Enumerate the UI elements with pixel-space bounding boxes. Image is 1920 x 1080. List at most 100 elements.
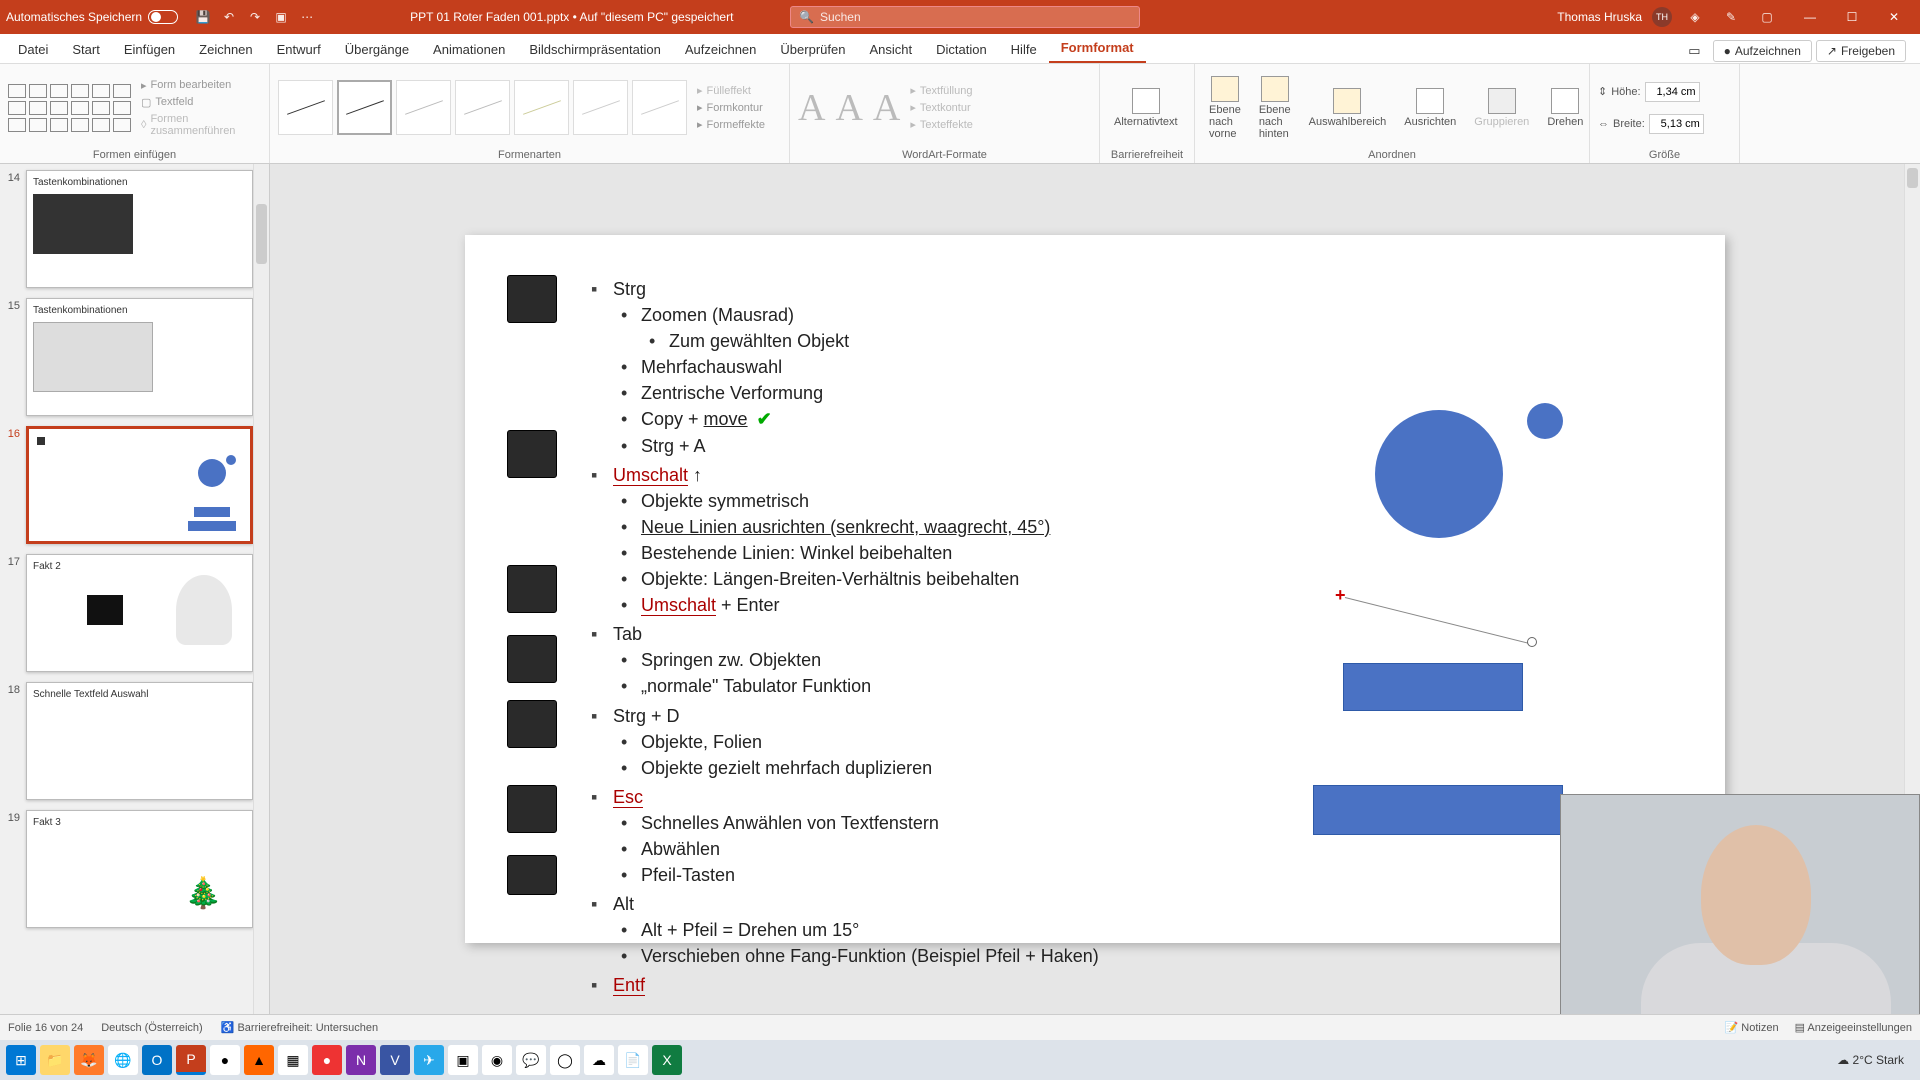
shape-outline-btn[interactable]: ▸ Formkontur xyxy=(693,100,769,115)
thumbnail-panel[interactable]: 14 Tastenkombinationen 15 Tastenkombinat… xyxy=(0,164,270,1014)
tab-start[interactable]: Start xyxy=(60,36,111,63)
redo-icon[interactable]: ↷ xyxy=(245,7,265,27)
app-icon[interactable]: ▦ xyxy=(278,1045,308,1075)
firefox-icon[interactable]: 🦊 xyxy=(74,1045,104,1075)
tab-aufzeichnen[interactable]: Aufzeichnen xyxy=(673,36,769,63)
shape-style-gallery[interactable] xyxy=(278,80,687,135)
drawn-line-shape[interactable] xyxy=(1345,597,1534,645)
window-icon[interactable]: ▢ xyxy=(1757,7,1777,27)
visio-icon[interactable]: V xyxy=(380,1045,410,1075)
tab-ansicht[interactable]: Ansicht xyxy=(857,36,924,63)
alttext-btn[interactable]: Alternativtext xyxy=(1108,86,1184,130)
powerpoint-icon[interactable]: P xyxy=(176,1045,206,1075)
app-icon[interactable]: ☁ xyxy=(584,1045,614,1075)
app-icon[interactable]: ◯ xyxy=(550,1045,580,1075)
onenote-icon[interactable]: N xyxy=(346,1045,376,1075)
app-icon[interactable]: ● xyxy=(312,1045,342,1075)
tab-zeichnen[interactable]: Zeichnen xyxy=(187,36,264,63)
notes-button[interactable]: 📝 Notizen xyxy=(1725,1021,1779,1034)
minimize-button[interactable]: — xyxy=(1790,2,1830,32)
autosave-label: Automatisches Speichern xyxy=(6,10,142,24)
accessibility-check[interactable]: ♿ Barrierefreiheit: Untersuchen xyxy=(221,1021,378,1034)
width-input[interactable] xyxy=(1649,114,1704,134)
slide-canvas[interactable]: Strg Zoomen (Mausrad) Zum gewählten Obje… xyxy=(465,235,1725,943)
close-button[interactable]: ✕ xyxy=(1874,2,1914,32)
history-icon[interactable]: ✎ xyxy=(1721,7,1741,27)
slide-thumbnail-19[interactable]: Fakt 3 🎄 xyxy=(26,810,253,928)
tab-datei[interactable]: Datei xyxy=(6,36,60,63)
vlc-icon[interactable]: ▲ xyxy=(244,1045,274,1075)
weather-widget[interactable]: ☁ 2°C Stark xyxy=(1837,1053,1904,1067)
textbox-btn[interactable]: ▢ Textfeld xyxy=(137,95,261,110)
shape-fill-btn[interactable]: ▸ Fülleffekt xyxy=(693,83,769,98)
user-avatar[interactable]: TH xyxy=(1652,7,1672,27)
rotate-btn[interactable]: Drehen xyxy=(1541,86,1589,130)
app-icon[interactable]: ◉ xyxy=(482,1045,512,1075)
tab-hilfe[interactable]: Hilfe xyxy=(999,36,1049,63)
explorer-icon[interactable]: 📁 xyxy=(40,1045,70,1075)
list-item: „normale" Tabulator Funktion xyxy=(585,673,1099,699)
app-icon[interactable]: ● xyxy=(210,1045,240,1075)
search-box[interactable]: 🔍 Suchen xyxy=(790,6,1140,28)
chrome-icon[interactable]: 🌐 xyxy=(108,1045,138,1075)
slide-thumbnail-15[interactable]: Tastenkombinationen xyxy=(26,298,253,416)
tab-ueberpruefen[interactable]: Überprüfen xyxy=(768,36,857,63)
line-end-handle[interactable] xyxy=(1527,637,1537,647)
height-input[interactable] xyxy=(1645,82,1700,102)
app-icon[interactable]: 💬 xyxy=(516,1045,546,1075)
thumb-number: 17 xyxy=(4,554,26,672)
start-button[interactable]: ⊞ xyxy=(6,1045,36,1075)
telegram-icon[interactable]: ✈ xyxy=(414,1045,444,1075)
app-icon[interactable]: ▣ xyxy=(448,1045,478,1075)
list-item: Alt + Pfeil = Drehen um 15° xyxy=(585,917,1099,943)
shape-gallery[interactable] xyxy=(8,84,131,132)
tab-einfuegen[interactable]: Einfügen xyxy=(112,36,187,63)
tab-dictation[interactable]: Dictation xyxy=(924,36,999,63)
selection-pane-btn[interactable]: Auswahlbereich xyxy=(1303,86,1393,130)
tab-entwurf[interactable]: Entwurf xyxy=(265,36,333,63)
app-icon[interactable]: 📄 xyxy=(618,1045,648,1075)
bring-forward-btn[interactable]: Ebene nach vorne xyxy=(1203,74,1247,142)
language-indicator[interactable]: Deutsch (Österreich) xyxy=(101,1022,202,1034)
tab-formformat[interactable]: Formformat xyxy=(1049,34,1146,63)
maximize-button[interactable]: ☐ xyxy=(1832,2,1872,32)
share-button[interactable]: ↗ Freigeben xyxy=(1816,40,1906,62)
display-settings-button[interactable]: ▤ Anzeigeeinstellungen xyxy=(1795,1021,1912,1034)
big-circle-shape[interactable] xyxy=(1375,410,1503,538)
wordart-gallery[interactable]: AAA xyxy=(798,86,900,130)
send-backward-btn[interactable]: Ebene nach hinten xyxy=(1253,74,1297,142)
slide-thumbnail-18[interactable]: Schnelle Textfeld Auswahl xyxy=(26,682,253,800)
slide-thumbnail-16[interactable] xyxy=(26,426,253,544)
outlook-icon[interactable]: O xyxy=(142,1045,172,1075)
collapse-ribbon-icon[interactable]: ▭ xyxy=(1680,39,1708,63)
rectangle-shape-2[interactable] xyxy=(1313,785,1563,835)
autosave-toggle[interactable]: Automatisches Speichern xyxy=(6,10,178,24)
small-circle-shape[interactable] xyxy=(1527,403,1563,439)
ribbon: ▸ Form bearbeiten ▢ Textfeld ◊ Formen zu… xyxy=(0,64,1920,164)
thumb-title: Schnelle Textfeld Auswahl xyxy=(33,689,246,700)
edit-shape-btn[interactable]: ▸ Form bearbeiten xyxy=(137,78,261,93)
text-fill-btn: ▸ Textfüllung xyxy=(906,83,977,98)
rectangle-shape-1[interactable] xyxy=(1343,663,1523,711)
list-item: Abwählen xyxy=(585,836,1099,862)
align-btn[interactable]: Ausrichten xyxy=(1398,86,1462,130)
toggle-switch[interactable] xyxy=(148,10,178,24)
tab-bildschirm[interactable]: Bildschirmpräsentation xyxy=(517,36,673,63)
tab-uebergaenge[interactable]: Übergänge xyxy=(333,36,421,63)
slide-thumbnail-14[interactable]: Tastenkombinationen xyxy=(26,170,253,288)
thumbnail-scrollbar[interactable] xyxy=(253,164,269,1014)
group-btn[interactable]: Gruppieren xyxy=(1468,86,1535,130)
save-icon[interactable]: 💾 xyxy=(193,7,213,27)
more-icon[interactable]: ⋯ xyxy=(297,7,317,27)
undo-icon[interactable]: ↶ xyxy=(219,7,239,27)
thumb-title: Fakt 3 xyxy=(33,817,246,828)
present-icon[interactable]: ▣ xyxy=(271,7,291,27)
shape-effects-btn[interactable]: ▸ Formeffekte xyxy=(693,117,769,132)
merge-shapes-btn[interactable]: ◊ Formen zusammenführen xyxy=(137,112,261,138)
record-button[interactable]: ● Aufzeichnen xyxy=(1713,40,1812,62)
slide-thumbnail-17[interactable]: Fakt 2 xyxy=(26,554,253,672)
diamond-icon[interactable]: ◈ xyxy=(1685,7,1705,27)
strgd-heading: Strg + D xyxy=(585,703,1099,729)
tab-animationen[interactable]: Animationen xyxy=(421,36,517,63)
excel-icon[interactable]: X xyxy=(652,1045,682,1075)
